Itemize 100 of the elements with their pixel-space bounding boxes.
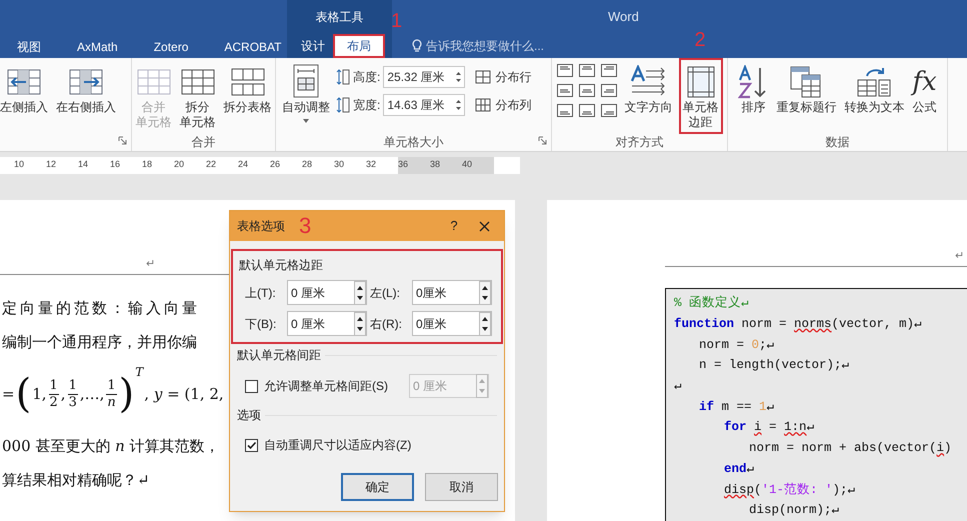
size-field[interactable]: 25.32 厘米 [383, 66, 466, 88]
checkbox[interactable] [245, 438, 258, 452]
ruler-number: 40 [462, 156, 494, 174]
field-label: 高度: [353, 69, 380, 86]
align-icon[interactable] [578, 84, 594, 97]
row-height-icon [336, 69, 350, 85]
checkbox-label: 自动重调尺寸以适应内容(Z) [264, 437, 412, 454]
sort-az-icon [738, 65, 768, 99]
help-button[interactable]: ? [444, 216, 464, 236]
ribbon-button[interactable]: fx 公式 [908, 58, 941, 134]
margin-field[interactable]: 0 厘米 [287, 280, 367, 305]
annotation-number: 1 [391, 10, 402, 32]
app-title: Word [608, 8, 639, 26]
ribbon-tab[interactable]: ACROBAT [221, 36, 284, 58]
ribbon-button[interactable]: 文字方向 [620, 58, 676, 134]
distribute-button[interactable]: 分布列 [475, 96, 532, 114]
ribbon-button[interactable]: 排序 [734, 58, 772, 134]
table-copy-icon [790, 66, 822, 98]
ribbon-tab[interactable]: 视图 [14, 36, 44, 58]
ruler-number: 38 [430, 156, 462, 174]
section-label: 选项 [237, 407, 261, 424]
ruler-number: 10 [14, 158, 26, 172]
align-icon[interactable] [600, 64, 616, 77]
lightbulb-icon [412, 38, 422, 52]
ribbon-tab[interactable]: Zotero [150, 36, 192, 58]
tell-me-field[interactable]: 告诉我您想要做什么... [426, 36, 566, 54]
spinner-arrows-icon[interactable] [479, 280, 491, 304]
ribbon-button[interactable]: 左侧插入 [0, 58, 52, 134]
checkbox-label: 允许调整单元格间距(S) [264, 378, 388, 395]
field-label: 右(R): [370, 316, 403, 332]
ribbon-tab[interactable]: 布局 [333, 34, 385, 58]
ruler-number: 20 [174, 158, 186, 172]
paragraph-mark: ↵ [955, 248, 964, 264]
code-line: ↵ [674, 378, 682, 396]
align-icon[interactable] [556, 64, 572, 77]
align-icon[interactable] [600, 84, 616, 97]
field-label: 宽度: [353, 97, 380, 114]
dialog-launcher-icon[interactable] [118, 136, 127, 145]
ribbon-tab[interactable]: 设计 [295, 34, 331, 58]
ribbon-button[interactable]: 重复标题行 [772, 58, 840, 134]
ribbon-button[interactable]: 拆分表格 [220, 58, 276, 134]
dialog-button[interactable]: 取消 [425, 473, 498, 501]
code-line: function norm = norms(vector, m)↵ [674, 316, 922, 333]
spinner-arrows-icon[interactable] [354, 312, 366, 336]
table-autofit-icon [293, 64, 319, 98]
table-grid-icon [136, 68, 170, 96]
ruler-number: 36 [398, 156, 430, 174]
ribbon-button[interactable]: 拆分 单元格 [176, 58, 220, 134]
autofit-button[interactable]: 自动调整 [280, 58, 332, 123]
align-icon[interactable] [600, 104, 616, 117]
ribbon-button[interactable]: 转换为文本 [840, 58, 908, 134]
ruler-number: 22 [206, 158, 218, 172]
code-line: norm = norm + abs(vector(i) [749, 440, 952, 458]
spinner-arrows-icon[interactable] [455, 71, 462, 83]
spinner-arrows-icon[interactable] [479, 312, 491, 336]
field-label: 上(T): [245, 284, 277, 302]
code-line: % 函数定义↵ [674, 294, 749, 312]
align-icon[interactable] [556, 104, 572, 117]
field-label: 下(B): [245, 316, 278, 332]
code-line: end↵ [724, 460, 754, 478]
code-line: disp('1-范数: ');↵ [724, 482, 856, 499]
ruler-number: 12 [46, 158, 58, 172]
align-icon[interactable] [578, 104, 594, 117]
ribbon-button[interactable]: 在右侧插入 [52, 58, 120, 134]
dialog-title: 表格选项 [237, 218, 285, 235]
align-icon[interactable] [578, 64, 594, 77]
paragraph-mark: ↵ [146, 256, 155, 272]
margin-field[interactable]: 0厘米 [412, 280, 492, 305]
body-text: 000 甚至更大的 n 计算其范数， [2, 436, 220, 457]
code-line: disp(norm);↵ [749, 502, 840, 520]
code-line: for i = 1:n↵ [724, 419, 814, 436]
group-label: 合并 [192, 134, 216, 150]
size-field[interactable]: 14.63 厘米 [383, 94, 466, 116]
code-line: n = length(vector);↵ [699, 357, 850, 374]
ruler-number: 26 [270, 158, 282, 172]
table-split-icon [180, 68, 214, 96]
spinner-arrows-icon[interactable] [354, 280, 366, 304]
dialog-button[interactable]: 确定 [341, 473, 414, 501]
close-icon [478, 220, 490, 232]
column-width-icon [336, 97, 350, 113]
ribbon-button[interactable]: 单元格 边距 [678, 58, 722, 134]
margin-field[interactable]: 0厘米 [412, 311, 492, 336]
code-line: if m == 1↵ [699, 398, 774, 416]
align-icon[interactable] [556, 84, 572, 97]
ribbon-tab[interactable]: AxMath [74, 36, 121, 58]
section-label: 默认单元格间距 [237, 347, 321, 364]
group-label: 数据 [826, 134, 850, 150]
distribute-rows-icon [475, 70, 492, 84]
distribute-button[interactable]: 分布行 [475, 68, 532, 86]
code-line: norm = 0;↵ [699, 336, 774, 354]
checkbox[interactable] [245, 380, 258, 392]
ruler-number: 32 [366, 158, 378, 172]
ruler-number: 14 [78, 158, 90, 172]
ruler-number: 28 [302, 158, 314, 172]
spinner-arrows-icon[interactable] [455, 99, 462, 111]
table-convert-icon [857, 66, 892, 98]
group-label: 单元格大小 [384, 134, 444, 150]
annotation-number: 2 [694, 28, 706, 52]
dialog-launcher-icon[interactable] [538, 136, 547, 145]
margin-field[interactable]: 0 厘米 [287, 311, 367, 336]
